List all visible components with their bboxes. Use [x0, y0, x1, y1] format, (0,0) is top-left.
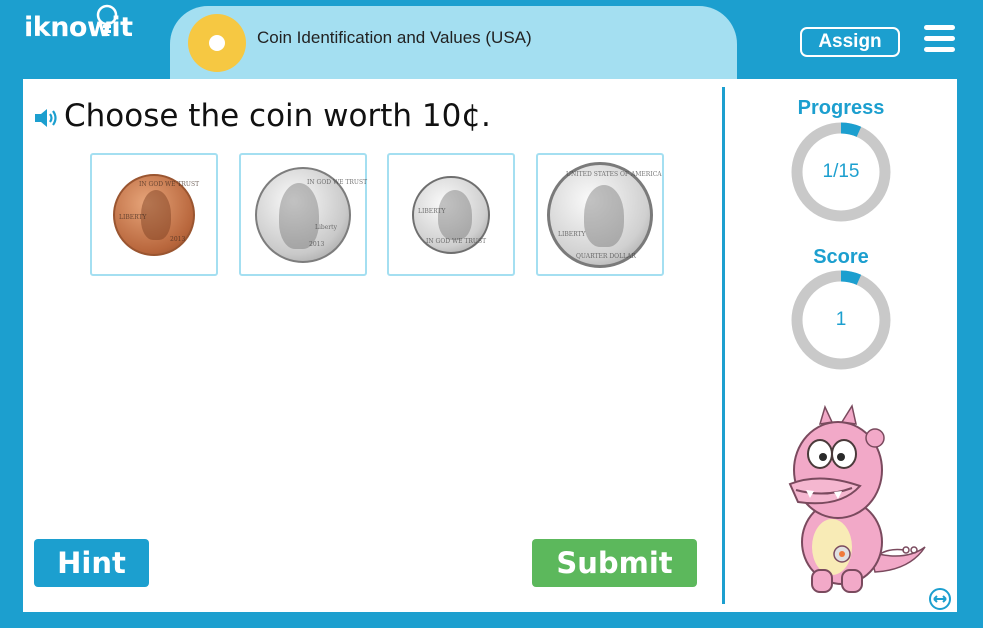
- speaker-icon[interactable]: [33, 107, 61, 129]
- panel-divider: [722, 87, 725, 604]
- score-value: 1: [835, 309, 847, 330]
- hint-button[interactable]: Hint: [34, 539, 149, 587]
- expand-icon[interactable]: [928, 587, 952, 611]
- lightbulb-icon: [96, 4, 118, 36]
- score-label: Score: [813, 246, 869, 268]
- assign-button[interactable]: Assign: [800, 27, 900, 57]
- choice-dime[interactable]: LIBERTY IN GOD WE TRUST: [387, 153, 515, 276]
- progress-value: 1/15: [822, 161, 860, 182]
- monster-mascot-image: [788, 404, 926, 593]
- menu-icon[interactable]: [924, 25, 955, 53]
- dime-coin-image: LIBERTY IN GOD WE TRUST: [412, 175, 490, 254]
- submit-button[interactable]: Submit: [532, 539, 697, 587]
- nickel-coin-image: IN GOD WE TRUST Liberty 2013: [255, 166, 367, 263]
- quarter-coin-image: UNITED STATES OF AMERICA LIBERTY QUARTER…: [547, 161, 662, 268]
- page-title: Coin Identification and Values (USA): [257, 28, 532, 47]
- question-text: Choose the coin worth 10¢.: [64, 98, 491, 134]
- penny-coin-image: IN GOD WE TRUST LIBERTY 2013: [113, 173, 199, 256]
- choice-penny[interactable]: IN GOD WE TRUST LIBERTY 2013: [90, 153, 218, 276]
- choice-quarter[interactable]: UNITED STATES OF AMERICA LIBERTY QUARTER…: [536, 153, 664, 276]
- progress-label: Progress: [797, 97, 885, 119]
- choice-nickel[interactable]: IN GOD WE TRUST Liberty 2013: [239, 153, 367, 276]
- title-badge-dot: [209, 35, 225, 51]
- bottom-strip: [0, 628, 983, 640]
